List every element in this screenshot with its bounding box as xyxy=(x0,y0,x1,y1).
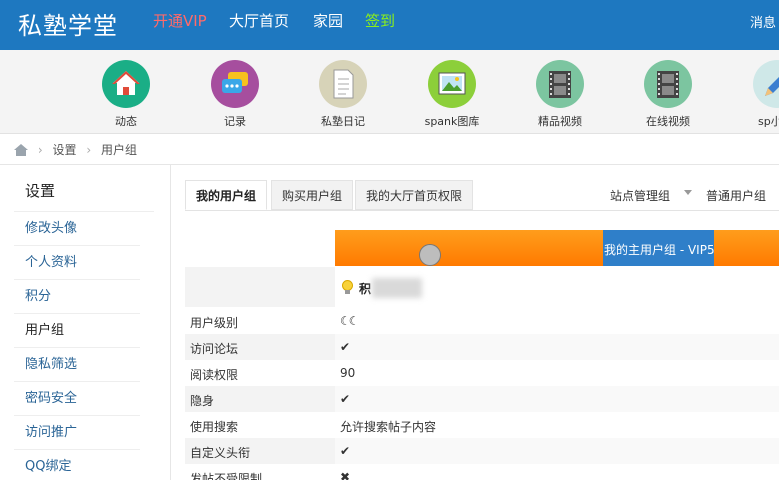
sidebar-item-qq[interactable]: QQ绑定 xyxy=(14,450,140,480)
tab-my-usergroup[interactable]: 我的用户组 xyxy=(185,180,268,210)
site-logo[interactable]: 私塾学堂 xyxy=(18,6,118,41)
permission-value: 允许搜索帖子内容 xyxy=(340,420,437,434)
permission-label: 自定义头衔 xyxy=(190,446,251,460)
home-icon[interactable] xyxy=(14,143,32,157)
permission-label: 隐身 xyxy=(190,394,215,408)
permission-label: 用户级别 xyxy=(190,316,239,330)
lightbulb-icon xyxy=(341,280,354,298)
sidebar-title: 设置 xyxy=(14,172,154,212)
normal-group-link[interactable]: 普通用户组 xyxy=(706,187,766,204)
permission-row: 阅读权限 90 xyxy=(185,360,779,386)
film-icon xyxy=(644,60,692,108)
sidebar-item-profile[interactable]: 个人资料 xyxy=(14,246,140,280)
permission-row: 访问论坛 ✔ xyxy=(185,334,779,360)
sidebar-item-avatar[interactable]: 修改头像 xyxy=(14,212,140,246)
icon-button-records[interactable]: 记录 xyxy=(195,60,275,129)
breadcrumb-item-settings[interactable]: 设置 xyxy=(52,143,76,157)
icon-label-diary: 私塾日记 xyxy=(321,115,365,128)
points-label: 积 xyxy=(359,282,372,296)
sidebar-item-password[interactable]: 密码安全 xyxy=(14,382,140,416)
settings-sidebar: 设置 修改头像 个人资料 积分 用户组 隐私筛选 密码安全 访问推广 QQ绑定 xyxy=(14,172,154,480)
top-navigation-bar: 私塾学堂 开通VIP 大厅首页 家园 签到 消息 xyxy=(0,0,779,50)
nav-checkin-link[interactable]: 签到 xyxy=(365,10,395,31)
film-icon xyxy=(536,60,584,108)
icon-label-records: 记录 xyxy=(224,115,246,128)
sidebar-item-privacy[interactable]: 隐私筛选 xyxy=(14,348,140,382)
chevron-down-icon[interactable] xyxy=(684,190,692,195)
icon-button-online-video[interactable]: 在线视频 xyxy=(628,60,708,129)
checkmark-icon: ✔ xyxy=(340,340,351,354)
sidebar-item-credits[interactable]: 积分 xyxy=(14,280,140,314)
tabs-underline xyxy=(185,210,779,211)
site-admin-dropdown[interactable]: 站点管理组 xyxy=(610,187,670,204)
current-group-label: 我的主用户组 - VIP5 xyxy=(604,243,715,257)
icon-button-gallery[interactable]: spank图库 xyxy=(412,60,492,129)
progress-marker xyxy=(419,244,441,266)
tab-buy-usergroup[interactable]: 购买用户组 xyxy=(271,180,354,210)
icon-label-online-video: 在线视频 xyxy=(646,115,690,128)
breadcrumb-separator: › xyxy=(37,142,43,157)
cross-icon: ✖ xyxy=(340,470,351,480)
icon-label-feed: 动态 xyxy=(115,115,137,128)
nav-messages-link[interactable]: 消息 xyxy=(750,12,776,31)
permission-label: 阅读权限 xyxy=(190,368,239,382)
document-icon xyxy=(319,60,367,108)
checkmark-icon: ✔ xyxy=(340,444,351,458)
sidebar-item-referral[interactable]: 访问推广 xyxy=(14,416,140,450)
checkmark-icon: ✔ xyxy=(340,392,351,406)
icon-label-gallery: spank图库 xyxy=(424,115,480,128)
sidebar-divider xyxy=(170,165,171,480)
permission-label: 访问论坛 xyxy=(190,342,239,356)
permission-row: 使用搜索 允许搜索帖子内容 xyxy=(185,412,779,438)
pencil-icon xyxy=(753,60,779,108)
sidebar-item-usergroup[interactable]: 用户组 xyxy=(14,314,140,348)
permission-row: 自定义头衔 ✔ xyxy=(185,438,779,464)
picture-icon xyxy=(428,60,476,108)
breadcrumb-separator: › xyxy=(86,142,92,157)
quick-icon-bar: 动态 记录 私塾日记 spank图库 精品视频 在线视频 sp小 xyxy=(0,50,779,134)
nav-vip-link[interactable]: 开通VIP xyxy=(153,10,207,31)
tab-hall-permissions[interactable]: 我的大厅首页权限 xyxy=(355,180,474,210)
permission-label: 使用搜索 xyxy=(190,420,239,434)
icon-label-sp: sp小 xyxy=(758,115,779,128)
permission-row: 用户级别 ☾☾ xyxy=(185,308,779,334)
moon-level-icon: ☾☾ xyxy=(340,314,359,328)
house-icon xyxy=(102,60,150,108)
nav-hall-link[interactable]: 大厅首页 xyxy=(229,10,289,31)
chat-bubble-icon xyxy=(211,60,259,108)
permission-value: 90 xyxy=(340,366,356,380)
permission-row: 发帖不受限制 ✖ xyxy=(185,464,779,480)
divider xyxy=(0,164,779,165)
icon-label-premium-video: 精品视频 xyxy=(538,115,582,128)
permission-row: 隐身 ✔ xyxy=(185,386,779,412)
icon-button-premium-video[interactable]: 精品视频 xyxy=(520,60,600,129)
icon-button-feed[interactable]: 动态 xyxy=(86,60,166,129)
nav-home-link[interactable]: 家园 xyxy=(313,10,343,31)
permission-label: 发帖不受限制 xyxy=(190,472,263,480)
breadcrumb: › 设置 › 用户组 xyxy=(14,141,137,158)
redacted-value xyxy=(372,278,422,298)
icon-button-diary[interactable]: 私塾日记 xyxy=(303,60,383,129)
breadcrumb-item-usergroup: 用户组 xyxy=(100,143,137,157)
icon-button-sp[interactable]: sp小 xyxy=(737,60,779,129)
